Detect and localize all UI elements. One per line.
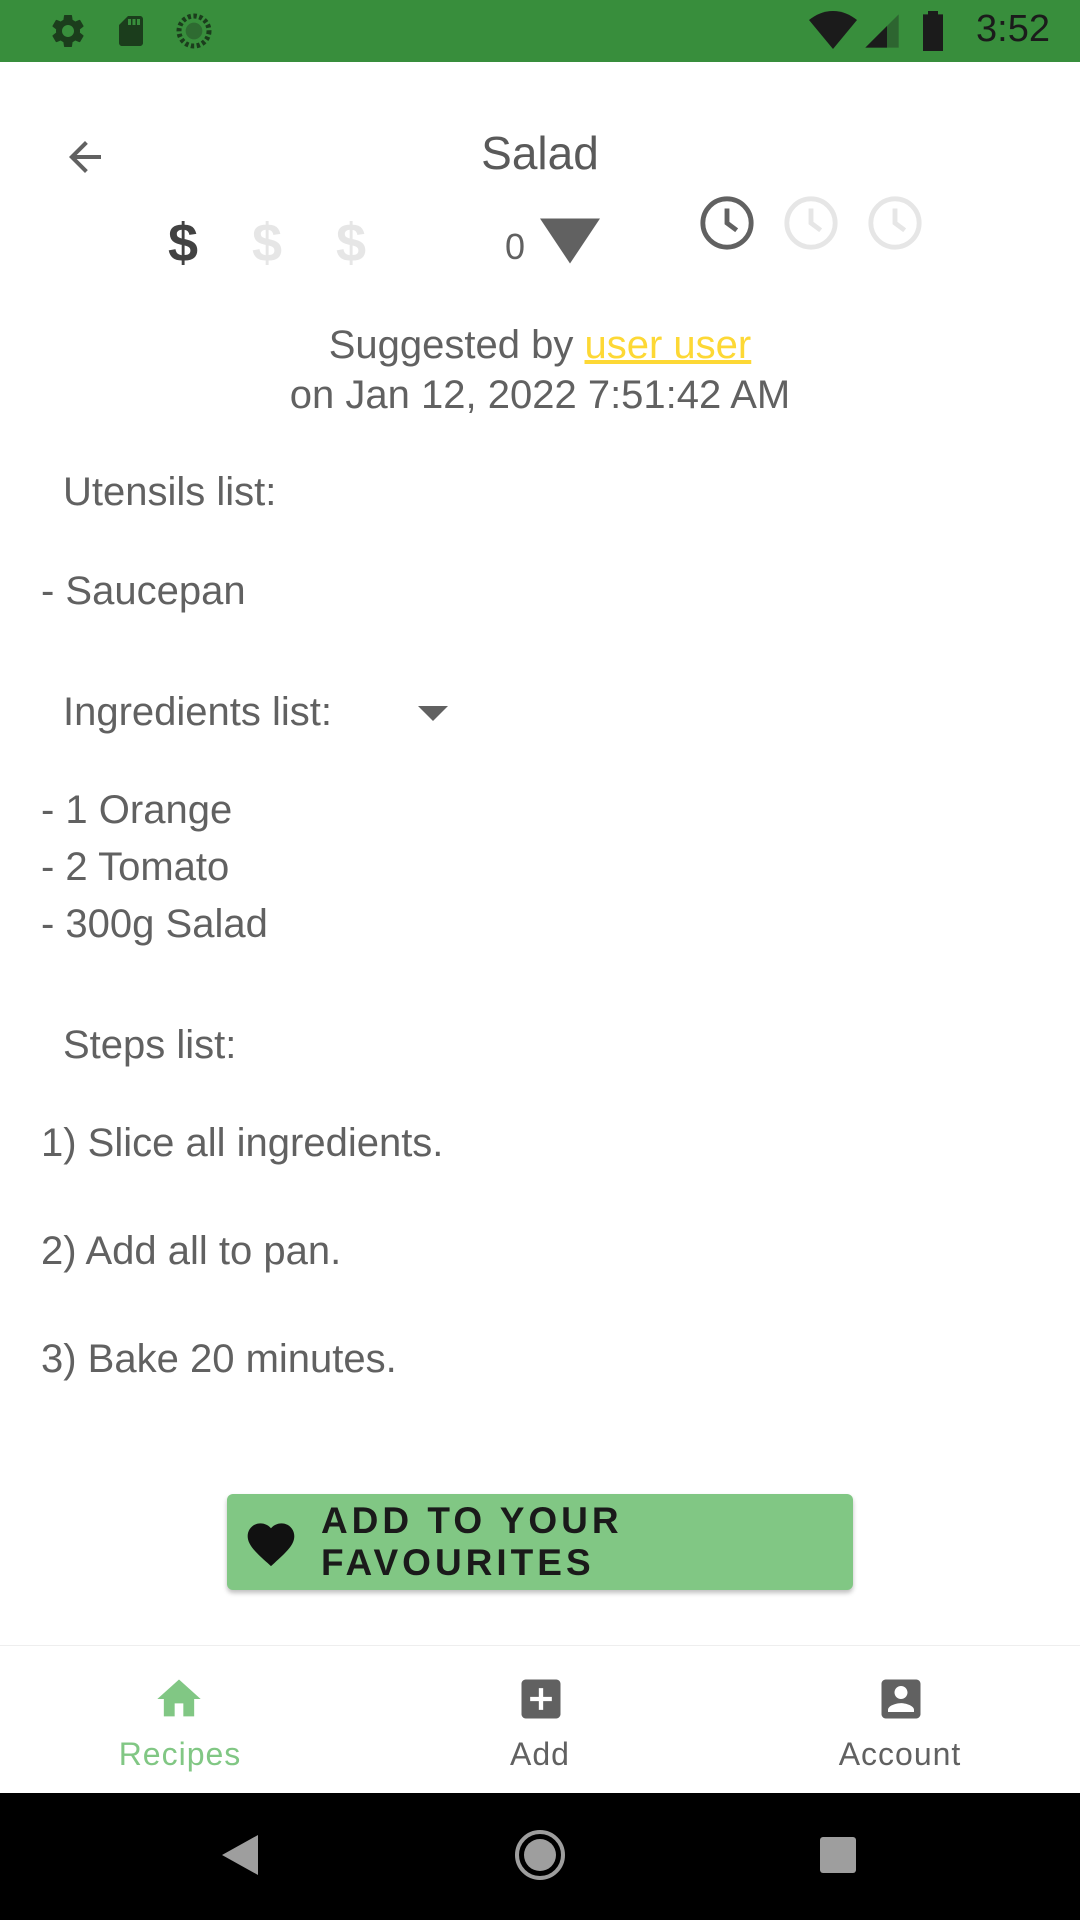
sd-card-icon: [119, 16, 143, 46]
heart-icon[interactable]: [540, 218, 600, 264]
list-item: - 2 Tomato: [41, 845, 230, 889]
nav-label-account: Account: [838, 1736, 962, 1772]
add-box-icon: [521, 1679, 561, 1719]
sync-icon: [176, 13, 212, 49]
price-level-1: $: [168, 213, 199, 273]
suggested-by-label: Suggested by: [328, 323, 574, 367]
account-box-icon: [881, 1679, 921, 1719]
nav-label-add: Add: [510, 1736, 570, 1772]
add-to-favourites-button[interactable]: ADD TO YOUR FAVOURITES: [227, 1494, 853, 1590]
nav-label-recipes: Recipes: [118, 1736, 242, 1772]
battery-icon: [923, 11, 943, 51]
settings-icon: [52, 14, 84, 47]
home-icon: [157, 1679, 201, 1717]
back-triangle-icon[interactable]: [222, 1835, 258, 1875]
list-item: - 1 Orange: [41, 788, 233, 832]
dropdown-arrow-icon[interactable]: [418, 706, 448, 726]
list-item: - Saucepan: [41, 569, 246, 613]
wifi-icon: [809, 11, 857, 49]
bottom-navigation: Recipes Add Account: [0, 1645, 1080, 1794]
nav-item-account[interactable]: Account: [720, 1646, 1080, 1794]
system-navigation-bar: [0, 1793, 1080, 1920]
price-level-2: $: [252, 213, 283, 273]
nav-item-recipes[interactable]: Recipes: [0, 1646, 360, 1794]
rating-row: $ $ $ 0: [0, 196, 1080, 278]
page-title: Salad: [481, 127, 599, 179]
home-circle-icon[interactable]: [514, 1829, 566, 1881]
list-item: 1) Slice all ingredients.: [41, 1121, 444, 1165]
recents-square-icon[interactable]: [820, 1837, 856, 1873]
ingredients-label: Ingredients list:: [63, 690, 333, 734]
cellular-signal-icon: [865, 14, 899, 48]
clock-icon: [700, 196, 754, 250]
clock-icon: [868, 196, 922, 250]
steps-label: Steps list:: [63, 1023, 237, 1067]
status-time: 3:52: [976, 8, 1050, 50]
likes-count: 0: [505, 226, 526, 267]
suggestion-info: Suggested by user user on Jan 12, 2022 7…: [0, 320, 1080, 420]
list-item: - 300g Salad: [41, 902, 268, 946]
heart-icon: [247, 1523, 295, 1567]
list-item: 2) Add all to pan.: [41, 1229, 342, 1273]
suggested-date: on Jan 12, 2022 7:51:42 AM: [289, 373, 791, 417]
clock-icon: [784, 196, 838, 250]
price-level-3: $: [336, 213, 367, 273]
utensils-label: Utensils list:: [63, 470, 277, 514]
status-bar: 3:52: [0, 0, 1080, 62]
nav-item-add[interactable]: Add: [360, 1646, 720, 1794]
list-item: 3) Bake 20 minutes.: [41, 1337, 397, 1381]
suggested-user-link[interactable]: user user: [585, 323, 752, 367]
add-to-favourites-label: ADD TO YOUR FAVOURITES: [320, 1500, 623, 1583]
